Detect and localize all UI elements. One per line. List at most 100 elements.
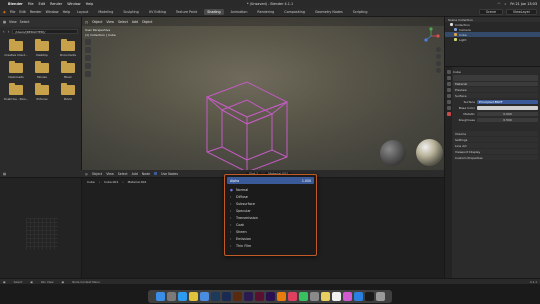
editor-type-icon[interactable]: ▦ (3, 20, 6, 24)
3d-viewport[interactable]: ◳ Object View Select Add Object User Per… (82, 17, 444, 170)
menu-help[interactable]: Help (86, 2, 94, 6)
move-tool-icon[interactable] (85, 55, 91, 61)
dropdown-item-transmission[interactable]: › Transmission (225, 214, 316, 221)
sh-menu-view[interactable]: View (106, 172, 114, 176)
section-preview[interactable]: Preview (453, 87, 538, 92)
app-menu[interactable]: Blender (8, 2, 23, 6)
blender-icon[interactable] (276, 292, 286, 301)
section-line-art[interactable]: Line Art (453, 143, 538, 148)
menu-window[interactable]: Window (67, 2, 80, 6)
tab-texture-paint[interactable]: Texture Paint (173, 9, 200, 15)
breadcrumb-material[interactable]: Material.001 (128, 180, 147, 184)
folder-item[interactable]: Creative Cloud... (4, 39, 28, 57)
messages-icon[interactable] (298, 292, 308, 301)
vp-menu-object[interactable]: Object (142, 20, 152, 24)
breadcrumb-cube-001[interactable]: Cube.001 (104, 180, 118, 184)
navigation-gizmo[interactable] (422, 27, 440, 45)
clock[interactable]: Fri 21 Jun 13:03 (510, 2, 537, 6)
roughness-field[interactable]: 0.500 (477, 117, 538, 122)
modifier-tab-icon[interactable] (446, 106, 451, 110)
world-tab-icon[interactable] (446, 94, 451, 98)
scene-tab-icon[interactable] (446, 88, 451, 92)
dropdown-item-normal[interactable]: ● Normal (225, 186, 316, 193)
cursor-tool-icon[interactable] (85, 47, 91, 53)
dropdown-item-sheen[interactable]: › Sheen (225, 228, 316, 235)
folder-item[interactable]: Downloads (6, 61, 26, 79)
select-tool-icon[interactable] (85, 39, 91, 45)
forward-icon[interactable]: › (8, 29, 10, 34)
folder-item[interactable]: Desktop (32, 39, 52, 57)
tab-rendering[interactable]: Rendering (254, 9, 277, 15)
material-slot-list[interactable] (453, 74, 538, 81)
vp-menu-select[interactable]: Select (118, 20, 128, 24)
dropdown-item-diffuse[interactable]: › Diffuse (225, 193, 316, 200)
section-viewport-display[interactable]: Viewport Display (453, 149, 538, 154)
vp-menu-view[interactable]: View (106, 20, 114, 24)
ortho-toggle-icon[interactable] (436, 68, 441, 73)
scene-selector[interactable]: Scene (478, 8, 503, 15)
photoshop-icon[interactable] (221, 292, 231, 301)
folder-item[interactable]: Music (58, 61, 78, 79)
safari-icon[interactable] (177, 292, 187, 301)
finder-icon[interactable] (155, 292, 165, 301)
tab-geometry-nodes[interactable]: Geometry Nodes (312, 9, 346, 15)
folder-item[interactable]: Public (58, 83, 78, 101)
menu-edit[interactable]: Edit (39, 2, 46, 6)
lightroom-icon[interactable] (210, 292, 220, 301)
folder-item[interactable]: OneDrive - Pers... (4, 83, 28, 101)
image-editor-panel[interactable]: ▤ (0, 170, 82, 278)
mail-icon[interactable] (199, 292, 209, 301)
calendar-icon[interactable] (331, 292, 341, 301)
music-icon[interactable] (287, 292, 297, 301)
section-custom-properties[interactable]: Custom Properties (453, 155, 538, 160)
output-tab-icon[interactable] (446, 82, 451, 86)
tab-modeling[interactable]: Modeling (95, 9, 116, 15)
section-surface[interactable]: Surface (453, 93, 538, 98)
notes-icon[interactable] (320, 292, 330, 301)
rotate-tool-icon[interactable] (85, 63, 91, 69)
tab-uv-editing[interactable]: UV Editing (146, 9, 169, 15)
surface-shader-field[interactable]: Principled BSDF (477, 99, 538, 104)
object-tab-icon[interactable] (446, 100, 451, 104)
sh-menu-node[interactable]: Node (142, 172, 150, 176)
zoom-icon[interactable] (436, 47, 441, 52)
aftereffects-icon[interactable] (243, 292, 253, 301)
tab-layout[interactable]: Layout (74, 9, 91, 15)
metallic-field[interactable]: 0.000 (477, 111, 538, 116)
folder-item[interactable]: Pictures (32, 83, 52, 101)
top-menu-edit[interactable]: Edit (19, 10, 25, 14)
material-tab-icon[interactable] (446, 112, 451, 116)
wifi-icon[interactable]: ◠ (497, 2, 500, 6)
view-layer-selector[interactable]: ViewLayer (505, 8, 537, 15)
outliner-row-light[interactable]: Light (445, 37, 540, 42)
settings-icon[interactable] (309, 292, 319, 301)
search-icon[interactable]: ⌕ (504, 2, 506, 6)
fb-menu-select[interactable]: Select (20, 20, 30, 24)
tab-sculpting[interactable]: Sculpting (120, 9, 141, 15)
top-menu-window[interactable]: Window (46, 10, 59, 14)
fb-menu-view[interactable]: View (9, 20, 17, 24)
section-settings[interactable]: Settings (453, 137, 538, 142)
section-volume[interactable]: Volume (453, 131, 538, 136)
tool-tab-icon[interactable] (446, 70, 451, 74)
scale-tool-icon[interactable] (85, 71, 91, 77)
sh-menu-object[interactable]: Object (92, 172, 102, 176)
dropdown-item-subsurface[interactable]: › Subsurface (225, 200, 316, 207)
back-icon[interactable]: ‹ (3, 29, 5, 34)
pan-icon[interactable] (436, 54, 441, 59)
terminal-icon[interactable] (364, 292, 374, 301)
editor-type-icon[interactable]: ▤ (3, 172, 6, 176)
tab-compositing[interactable]: Compositing (281, 9, 308, 15)
wireframe-cube-object[interactable] (192, 72, 312, 170)
breadcrumb-cube[interactable]: Cube (87, 180, 95, 184)
indesign-icon[interactable] (254, 292, 264, 301)
tab-shading[interactable]: Shading (204, 8, 224, 15)
blender-logo-icon[interactable]: ◉ (3, 10, 6, 14)
dropdown-item-specular[interactable]: › Specular (225, 207, 316, 214)
chrome-icon[interactable] (188, 292, 198, 301)
top-menu-file[interactable]: File (10, 10, 16, 14)
menu-render[interactable]: Render (50, 2, 62, 6)
tab-scripting[interactable]: Scripting (350, 9, 371, 15)
photos-icon[interactable] (342, 292, 352, 301)
dropdown-item-coat[interactable]: › Coat (225, 221, 316, 228)
